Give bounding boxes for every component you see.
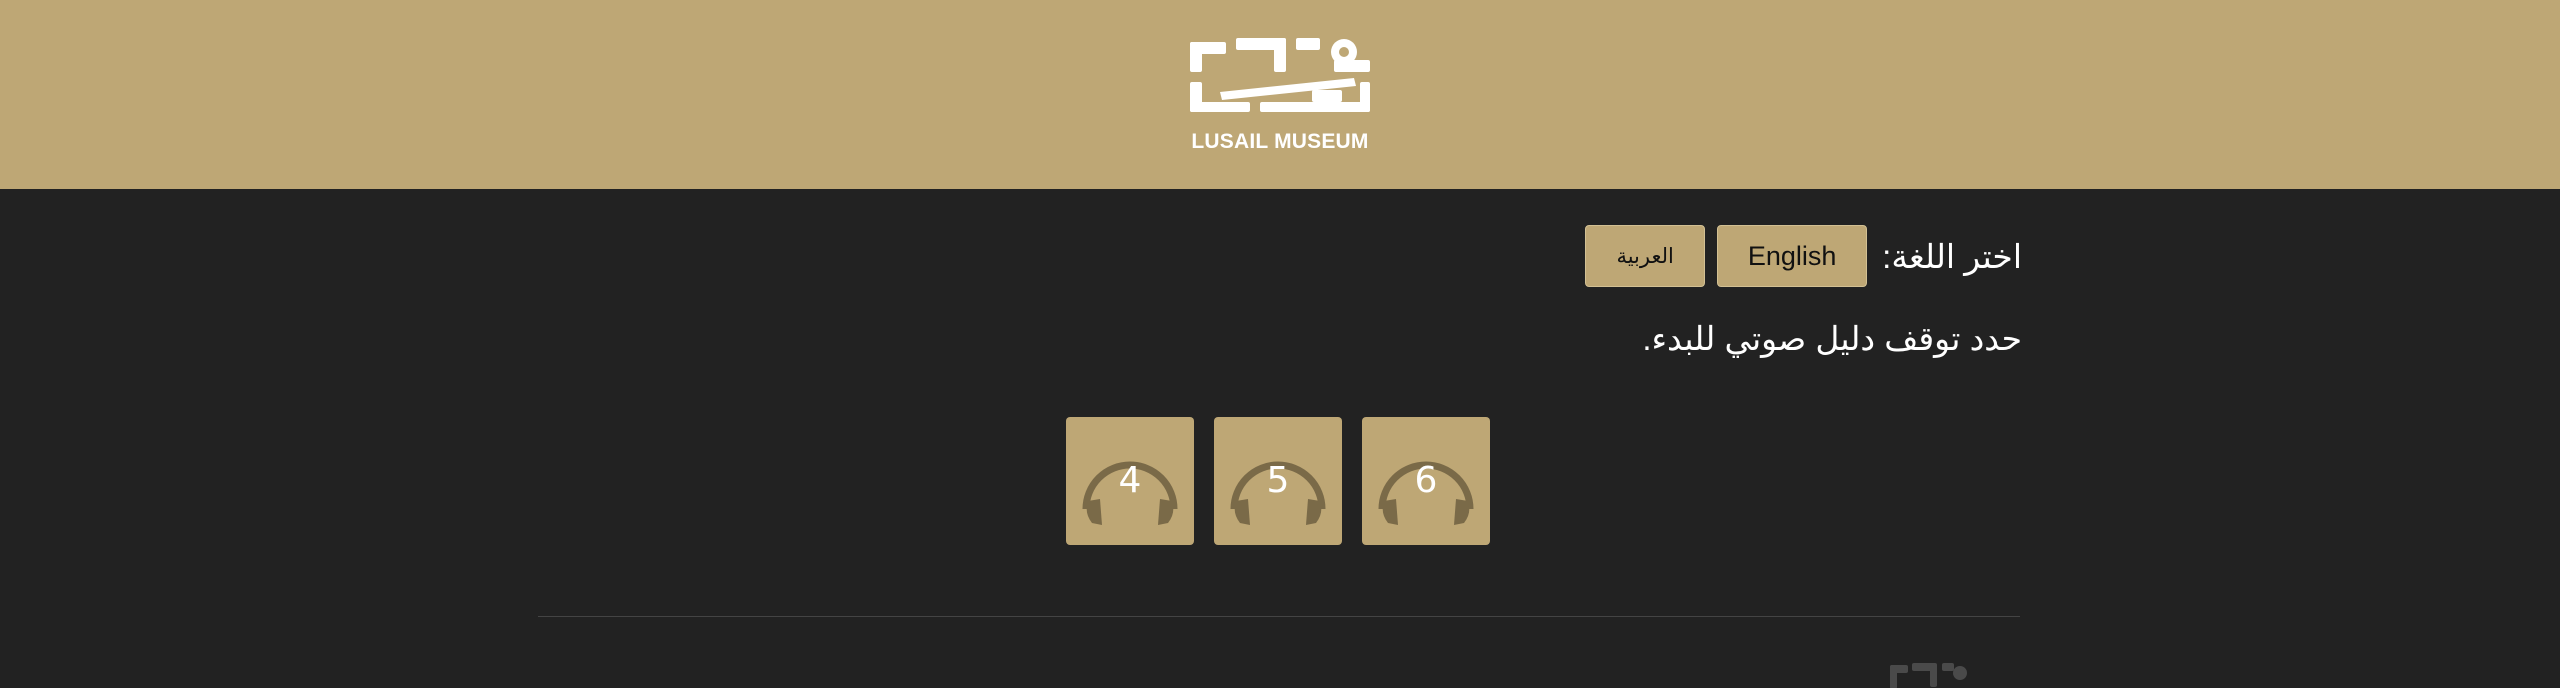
arabic-button[interactable]: العربية [1585, 225, 1706, 287]
audio-stop-6[interactable]: 6 [1362, 417, 1490, 545]
lusail-museum-logo[interactable]: LUSAIL MUSEUM [1184, 32, 1376, 158]
audio-stops: 4 5 6 [1066, 417, 1490, 545]
site-header: LUSAIL MUSEUM [0, 0, 2560, 189]
logo-mark-icon [1190, 38, 1370, 112]
footer-logo-icon [1888, 657, 1968, 688]
stop-number: 5 [1266, 460, 1290, 501]
footer-divider [538, 616, 2020, 617]
language-label: اختر اللغة: [1882, 237, 2022, 275]
logo-text: LUSAIL MUSEUM [1191, 130, 1369, 153]
english-button[interactable]: English [1717, 225, 1868, 287]
instruction-text: حدد توقف دليل صوتي للبدء. [1642, 320, 2022, 357]
main-content: اختر اللغة: English العربية حدد توقف دلي… [0, 189, 2560, 688]
stop-number: 4 [1118, 460, 1142, 501]
audio-stop-5[interactable]: 5 [1214, 417, 1342, 545]
stop-number: 6 [1414, 460, 1438, 501]
language-selector: اختر اللغة: English العربية [1585, 224, 2022, 288]
audio-stop-4[interactable]: 4 [1066, 417, 1194, 545]
